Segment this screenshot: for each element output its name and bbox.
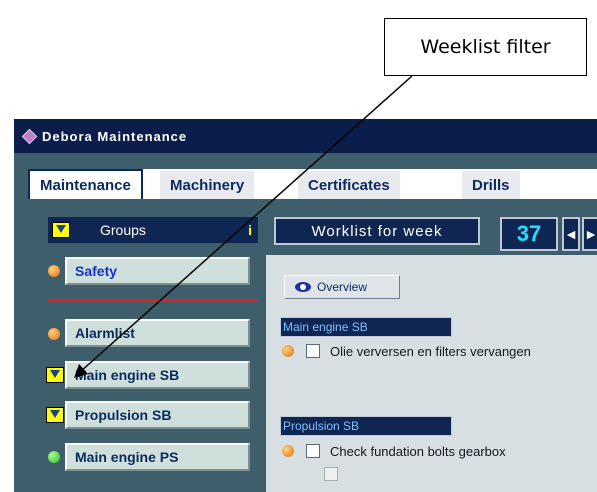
group-button-alarmlist[interactable]: Alarmlist — [65, 319, 250, 347]
task-label: Check fundation bolts gearbox — [330, 443, 506, 459]
task-label: Olie verversen en filters vervangen — [330, 343, 531, 359]
window-title: Debora Maintenance — [42, 128, 188, 144]
tab-bar: Maintenance Machinery Certificates Drill… — [14, 153, 597, 201]
worklist-label: Worklist for week — [274, 217, 480, 245]
group-button-main-engine-sb[interactable]: Main engine SB — [65, 361, 250, 389]
filter-funnel-icon[interactable] — [52, 222, 70, 238]
groups-title: Groups — [100, 222, 146, 238]
info-icon[interactable]: i — [248, 222, 252, 238]
group-label: Main engine PS — [75, 449, 179, 465]
group-label: Alarmlist — [75, 325, 135, 341]
tab-label: Certificates — [308, 176, 390, 194]
group-button-safety[interactable]: Safety — [65, 257, 250, 285]
app-logo-icon — [22, 129, 36, 143]
group-button-propulsion-sb[interactable]: Propulsion SB — [65, 401, 250, 429]
tab-label: Drills — [472, 176, 510, 194]
task-checkbox[interactable] — [306, 444, 320, 458]
task-row: Olie verversen en filters vervangen — [280, 341, 597, 361]
status-orange-icon — [282, 445, 294, 457]
worklist-panel: Worklist for week 37 ◄ ► Overview Main e… — [266, 203, 597, 492]
group-label: Main engine SB — [75, 367, 180, 383]
week-number: 37 — [500, 217, 558, 251]
groups-header: Groups i — [48, 217, 258, 243]
tab-machinery[interactable]: Machinery — [160, 171, 255, 199]
weeklist-filter-callout: Weeklist filter — [384, 18, 587, 76]
overview-button[interactable]: Overview — [284, 275, 400, 299]
tab-maintenance[interactable]: Maintenance — [28, 169, 143, 199]
group-label: Propulsion SB — [75, 407, 172, 423]
next-week-icon[interactable]: ► — [582, 217, 597, 251]
group-label: Safety — [75, 263, 118, 279]
callout-label: Weeklist filter — [420, 36, 551, 58]
section-header: Propulsion SB — [280, 416, 452, 436]
eye-icon — [295, 282, 311, 292]
prev-week-icon[interactable]: ◄ — [562, 217, 580, 251]
task-row: Check fundation bolts gearbox — [280, 441, 597, 461]
section-header: Main engine SB — [280, 317, 452, 337]
worklist-header: Worklist for week 37 ◄ ► — [266, 203, 597, 255]
task-checkbox[interactable] — [306, 344, 320, 358]
app-window: Debora Maintenance Maintenance Machinery… — [14, 119, 597, 492]
filter-funnel-icon[interactable] — [46, 407, 64, 423]
task-checkbox[interactable] — [324, 467, 338, 481]
filter-funnel-icon[interactable] — [46, 367, 64, 383]
groups-sidebar: Groups i Safety Alarmlist Main engine SB… — [28, 203, 258, 492]
title-bar: Debora Maintenance — [14, 119, 597, 153]
section-title: Propulsion SB — [283, 419, 360, 433]
tab-label: Machinery — [170, 176, 245, 194]
section-title: Main engine SB — [283, 320, 368, 334]
tab-drills[interactable]: Drills — [462, 171, 520, 199]
status-green-icon — [48, 451, 60, 463]
group-separator — [48, 299, 258, 302]
status-orange-icon — [282, 345, 294, 357]
tab-label: Maintenance — [40, 176, 131, 194]
tab-certificates[interactable]: Certificates — [298, 171, 400, 199]
status-orange-icon — [48, 328, 60, 340]
group-button-main-engine-ps[interactable]: Main engine PS — [65, 443, 250, 471]
overview-label: Overview — [317, 280, 368, 294]
status-orange-icon — [48, 265, 60, 277]
